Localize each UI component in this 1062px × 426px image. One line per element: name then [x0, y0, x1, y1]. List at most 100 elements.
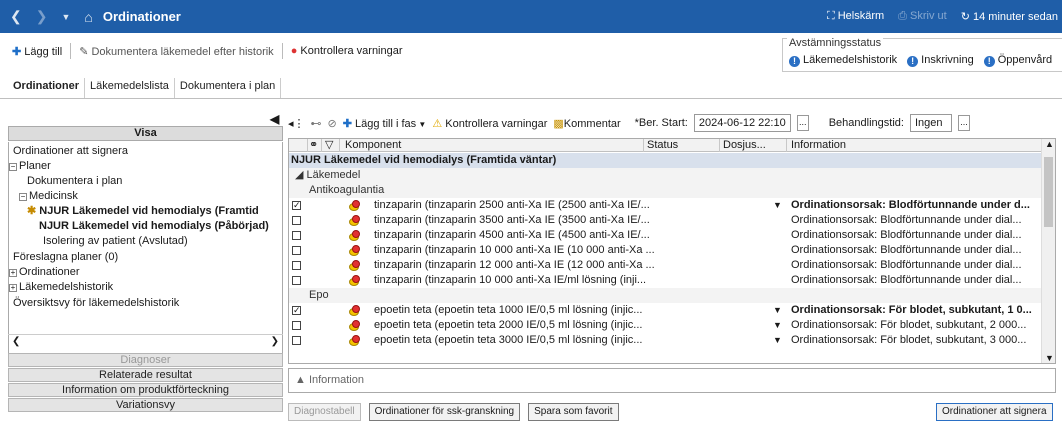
- check-warnings-button[interactable]: ● Kontrollera varningar: [291, 45, 403, 57]
- collapse-triangle-icon[interactable]: ◢: [295, 169, 303, 181]
- tree-item-medical[interactable]: − Medicinsk: [19, 189, 78, 204]
- column-filter-icon[interactable]: ▽: [325, 139, 333, 152]
- row-checkbox[interactable]: [292, 216, 301, 225]
- diagnoses-button[interactable]: Diagnoser: [8, 353, 283, 367]
- view-header: Visa: [8, 126, 283, 141]
- reconciliation-outpatient[interactable]: ! Öppenvård: [983, 54, 1052, 67]
- horizontal-scrollbar[interactable]: ❮ ❯: [8, 334, 283, 348]
- info-dropdown-icon[interactable]: ▼: [773, 318, 782, 333]
- tree-item-suggested-plans[interactable]: Föreslagna planer (0): [13, 250, 118, 265]
- info-dropdown-icon[interactable]: ▼: [773, 198, 782, 213]
- scroll-thumb[interactable]: [1044, 157, 1053, 227]
- component-cell: tinzaparin (tinzaparin 3500 anti-Xa IE (…: [374, 214, 650, 226]
- save-favorite-button[interactable]: Spara som favorit: [528, 403, 619, 421]
- information-bar[interactable]: ▲ Information: [288, 368, 1056, 393]
- table-row[interactable]: epoetin teta (epoetin teta 3000 IE/0,5 m…: [289, 333, 1041, 348]
- orders-to-sign-button[interactable]: Ordinationer att signera: [936, 403, 1053, 421]
- plan-tree: Ordinationer att signera − Planer Dokumen…: [8, 142, 283, 362]
- filter-icon[interactable]: ⊷: [311, 117, 322, 130]
- refresh-button[interactable]: ↻ 14 minuter sedan: [961, 10, 1058, 23]
- related-results-button[interactable]: Relaterade resultat: [8, 368, 283, 382]
- product-info-button[interactable]: Information om produktförteckning: [8, 383, 283, 397]
- back-icon[interactable]: ❮: [10, 8, 22, 25]
- row-checkbox[interactable]: [292, 231, 301, 240]
- reconciliation-status: Avstämningsstatus ! Läkemedelshistorik ! I…: [782, 37, 1062, 72]
- document-history-button[interactable]: ✎ Dokumentera läkemedel efter historik: [79, 45, 273, 58]
- tree-item-history-overview[interactable]: Översiktsvy för läkemedelshistorik: [13, 296, 179, 311]
- medication-icon: [349, 320, 362, 331]
- tree-item-medication-history[interactable]: + Läkemedelshistorik: [9, 280, 113, 295]
- table-row[interactable]: tinzaparin (tinzaparin 10 000 anti-Xa IE…: [289, 243, 1041, 258]
- diagnosis-table-button[interactable]: Diagnostabell: [288, 403, 361, 421]
- forward-icon[interactable]: ❯: [36, 8, 48, 25]
- comment-button[interactable]: ▩Kommentar: [553, 117, 620, 130]
- column-icon-a[interactable]: ⚭: [309, 139, 318, 152]
- scroll-down-icon[interactable]: ▼: [1045, 353, 1054, 363]
- treatment-picker-button[interactable]: ...: [957, 115, 970, 131]
- table-row[interactable]: tinzaparin (tinzaparin 4500 anti-Xa IE (…: [289, 228, 1041, 243]
- column-status[interactable]: Status: [647, 139, 678, 152]
- add-button[interactable]: ✚ Lägg till: [12, 45, 62, 58]
- scroll-left-icon[interactable]: ❮: [12, 336, 20, 347]
- dropdown-icon[interactable]: ▼: [61, 12, 70, 22]
- variation-view-button[interactable]: Variationsvy: [8, 398, 283, 412]
- collapse-icon[interactable]: −: [19, 193, 27, 201]
- check-warnings-button[interactable]: ⚠ Kontrollera varningar: [432, 117, 547, 130]
- tab-ordinationer[interactable]: Ordinationer: [8, 78, 86, 98]
- expand-icon[interactable]: +: [9, 269, 17, 277]
- tree-item-njur-future[interactable]: ✱ NJUR Läkemedel vid hemodialys (Framtid: [27, 204, 259, 219]
- fullscreen-icon: ⛶: [826, 10, 835, 22]
- row-checkbox[interactable]: [292, 336, 301, 345]
- vertical-scrollbar[interactable]: ▲ ▼: [1041, 139, 1055, 363]
- column-information[interactable]: Information: [791, 139, 846, 152]
- reconciliation-history[interactable]: ! Läkemedelshistorik: [789, 54, 897, 67]
- cancel-icon[interactable]: ⊘: [328, 117, 337, 130]
- tree-item-isolation[interactable]: Isolering av patient (Avslutad): [43, 234, 188, 249]
- tree-item-plans[interactable]: − Planer: [9, 159, 51, 174]
- tab-lakemedelslista[interactable]: Läkemedelslista: [85, 78, 175, 98]
- table-row[interactable]: tinzaparin (tinzaparin 12 000 anti-Xa IE…: [289, 258, 1041, 273]
- start-picker-button[interactable]: ...: [796, 115, 809, 131]
- row-checkbox[interactable]: [292, 261, 301, 270]
- collapse-icon[interactable]: −: [9, 163, 17, 171]
- row-checkbox[interactable]: ✓: [292, 201, 301, 210]
- table-row[interactable]: ✓ epoetin teta (epoetin teta 1000 IE/0,5 …: [289, 303, 1041, 318]
- table-row[interactable]: epoetin teta (epoetin teta 2000 IE/0,5 m…: [289, 318, 1041, 333]
- add-in-phase-button[interactable]: ✚ Lägg till i fas ▼: [343, 117, 427, 130]
- nurse-review-button[interactable]: Ordinationer för ssk-granskning: [368, 403, 521, 421]
- column-dosjus[interactable]: Dosjus...: [723, 139, 766, 152]
- tree-item-to-sign[interactable]: Ordinationer att signera: [13, 144, 128, 159]
- tree-item-orders[interactable]: + Ordinationer: [9, 265, 80, 280]
- column-komponent[interactable]: Komponent: [345, 139, 401, 152]
- row-checkbox[interactable]: ✓: [292, 306, 301, 315]
- collapse-panel-icon[interactable]: ◀: [270, 112, 279, 126]
- fullscreen-button[interactable]: ⛶ Helskärm: [827, 10, 884, 23]
- reconciliation-admission[interactable]: ! Inskrivning: [907, 54, 974, 67]
- expand-up-icon[interactable]: ▲: [295, 374, 306, 386]
- orders-toolbar: ◂⋮ ⊷ ⊘ ✚ Lägg till i fas ▼ ⚠ Kontrollera…: [288, 112, 970, 134]
- table-row[interactable]: ✓ tinzaparin (tinzaparin 2500 anti-Xa IE …: [289, 198, 1041, 213]
- column-divider: [786, 139, 787, 152]
- subgroup-row[interactable]: ◢ Läkemedel: [289, 168, 1041, 183]
- table-row[interactable]: tinzaparin (tinzaparin 10 000 anti-Xa IE…: [289, 273, 1041, 288]
- tree-item-njur-started[interactable]: NJUR Läkemedel vid hemodialys (Påbörjad): [39, 219, 269, 234]
- information-cell: Ordinationsorsak: Blodförtunnande under …: [791, 259, 1022, 271]
- scroll-up-icon[interactable]: ▲: [1045, 139, 1054, 149]
- scroll-right-icon[interactable]: ❯: [271, 336, 279, 347]
- info-dropdown-icon[interactable]: ▼: [773, 303, 782, 318]
- table-row[interactable]: tinzaparin (tinzaparin 3500 anti-Xa IE (…: [289, 213, 1041, 228]
- row-checkbox[interactable]: [292, 321, 301, 330]
- information-cell: Ordinationsorsak: Blodförtunnande under …: [791, 214, 1022, 226]
- info-dropdown-icon[interactable]: ▼: [773, 333, 782, 348]
- tree-item-document-in-plan[interactable]: Dokumentera i plan: [27, 174, 122, 189]
- print-button[interactable]: ⎙ Skriv ut: [898, 10, 947, 23]
- start-datetime-field[interactable]: 2024-06-12 22:10: [693, 114, 791, 132]
- treatment-field[interactable]: Ingen: [909, 114, 952, 132]
- row-checkbox[interactable]: [292, 246, 301, 255]
- expand-icon[interactable]: +: [9, 284, 17, 292]
- tab-dokumentera-i-plan[interactable]: Dokumentera i plan: [175, 78, 282, 98]
- expand-collapse-icon[interactable]: ◂⋮: [288, 117, 305, 130]
- row-checkbox[interactable]: [292, 276, 301, 285]
- home-icon[interactable]: ⌂: [84, 9, 92, 25]
- plan-group-row[interactable]: NJUR Läkemedel vid hemodialys (Framtida …: [289, 153, 1041, 168]
